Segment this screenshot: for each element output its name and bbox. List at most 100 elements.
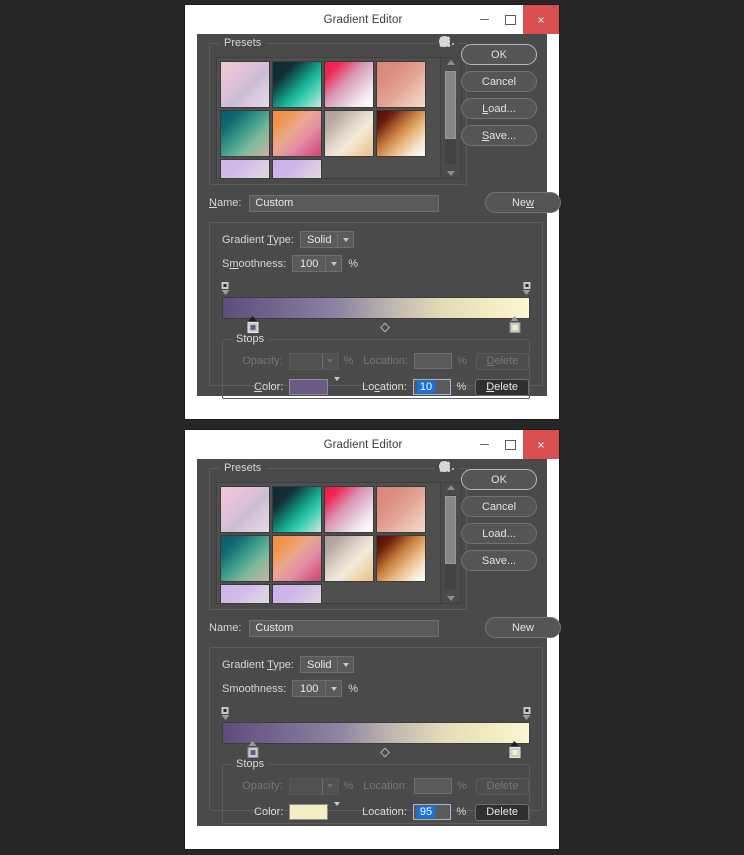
- preset-swatch-crimson-white[interactable]: [324, 486, 374, 533]
- ok-button[interactable]: OK: [461, 469, 537, 490]
- scroll-down-icon[interactable]: [447, 171, 456, 176]
- preset-swatch-brown-tan[interactable]: [376, 110, 426, 157]
- preset-swatch-lavender-cream-b[interactable]: [272, 159, 322, 178]
- load-button[interactable]: Load...: [461, 523, 537, 544]
- color-swatch[interactable]: [289, 379, 328, 395]
- name-label: Name:: [209, 197, 242, 209]
- scroll-down-icon[interactable]: [447, 596, 456, 601]
- minimize-button[interactable]: [471, 5, 497, 34]
- preset-swatch-taupe-cream[interactable]: [324, 535, 374, 582]
- presets-scrollbar[interactable]: [440, 58, 461, 178]
- gradient-type-select[interactable]: Solid: [299, 656, 355, 673]
- preset-swatch-teal-dark[interactable]: [272, 486, 322, 533]
- opacity-location-label: Location:: [363, 780, 408, 792]
- opacity-stop-handle[interactable]: [522, 281, 532, 295]
- gradient-type-select[interactable]: Solid: [299, 231, 355, 248]
- preset-swatch-pink-lavender[interactable]: [220, 486, 270, 533]
- preset-swatch-salmon-peach[interactable]: [376, 61, 426, 108]
- gradient-type-label: Gradient Type:: [222, 233, 294, 246]
- chevron-down-icon: [321, 353, 338, 369]
- dialog-body: Presets OK Cancel: [197, 459, 561, 826]
- preset-swatch-salmon-peach[interactable]: [376, 486, 426, 533]
- opacity-stop-handle[interactable]: [522, 706, 532, 720]
- smoothness-select[interactable]: 100: [292, 255, 343, 272]
- gradient-bar[interactable]: [222, 297, 530, 319]
- title-bar[interactable]: Gradient Editor ×: [185, 430, 559, 459]
- opacity-stop-pointer: [522, 290, 531, 295]
- gradient-bar[interactable]: [222, 722, 530, 744]
- title-bar[interactable]: Gradient Editor ×: [185, 5, 559, 34]
- preset-swatch-taupe-cream[interactable]: [324, 110, 374, 157]
- presets-scrollbar[interactable]: [440, 483, 461, 603]
- name-label: Name:: [209, 622, 242, 634]
- preset-swatch-teal-green[interactable]: [220, 110, 270, 157]
- color-stop-handle[interactable]: [509, 316, 521, 333]
- color-location-input[interactable]: 95: [412, 804, 452, 820]
- color-delete-button[interactable]: Delete: [475, 803, 529, 821]
- maximize-icon: [504, 14, 516, 25]
- presets-panel[interactable]: [216, 57, 462, 179]
- scroll-up-icon[interactable]: [447, 60, 456, 65]
- color-dropdown-icon[interactable]: [333, 802, 340, 818]
- cancel-button[interactable]: Cancel: [461, 496, 537, 517]
- preset-swatch-teal-dark[interactable]: [272, 61, 322, 108]
- opacity-stop-handle[interactable]: [220, 706, 230, 720]
- color-stop-handle[interactable]: [509, 741, 521, 758]
- color-delete-button[interactable]: Delete: [475, 378, 529, 396]
- opacity-label: Opacity:: [242, 780, 283, 792]
- presets-group: Presets: [209, 461, 467, 610]
- color-stop-pointer: [248, 741, 257, 746]
- close-icon: ×: [537, 12, 545, 27]
- opacity-location-unit: %: [457, 780, 467, 792]
- opacity-stop-handle[interactable]: [220, 281, 230, 295]
- ok-button[interactable]: OK: [461, 44, 537, 65]
- opacity-stop-box: [220, 706, 230, 715]
- scrollbar-thumb[interactable]: [445, 71, 457, 139]
- scroll-up-icon[interactable]: [447, 485, 456, 490]
- presets-menu-button[interactable]: [435, 36, 458, 47]
- opacity-stop-box: [522, 706, 532, 715]
- maximize-button[interactable]: [497, 5, 523, 34]
- name-input[interactable]: Custom: [249, 194, 440, 212]
- preset-swatch-orange-pink[interactable]: [272, 535, 322, 582]
- name-input[interactable]: Custom: [249, 619, 440, 637]
- preset-swatch-lavender-cream-a[interactable]: [220, 159, 270, 178]
- smoothness-value: 100: [300, 257, 319, 270]
- gradient-editor-window-bottom: Gradient Editor × Presets OK Cancel Load…: [185, 430, 561, 849]
- scrollbar-thumb[interactable]: [445, 496, 457, 564]
- preset-swatch-brown-tan[interactable]: [376, 535, 426, 582]
- close-button[interactable]: ×: [523, 5, 559, 34]
- cancel-button[interactable]: Cancel: [461, 71, 537, 92]
- presets-menu-button[interactable]: [435, 461, 458, 472]
- preset-swatch-list: [217, 483, 440, 603]
- preset-swatch-orange-pink[interactable]: [272, 110, 322, 157]
- preset-swatch-lavender-cream-a[interactable]: [220, 584, 270, 603]
- preset-swatch-teal-green[interactable]: [220, 535, 270, 582]
- maximize-button[interactable]: [497, 430, 523, 459]
- preset-swatch-crimson-white[interactable]: [324, 61, 374, 108]
- preset-swatch-lavender-cream-b[interactable]: [272, 584, 322, 603]
- save-button[interactable]: Save...: [461, 125, 537, 146]
- close-button[interactable]: ×: [523, 430, 559, 459]
- color-swatch[interactable]: [289, 804, 328, 820]
- new-button[interactable]: New: [485, 192, 561, 213]
- color-dropdown-icon[interactable]: [333, 377, 340, 393]
- new-button[interactable]: New: [485, 617, 561, 638]
- gradient-preview-area[interactable]: [220, 706, 532, 758]
- smoothness-unit: %: [348, 682, 358, 695]
- color-stop-handle[interactable]: [247, 316, 259, 333]
- window-controls: ×: [471, 5, 559, 34]
- save-button[interactable]: Save...: [461, 550, 537, 571]
- color-location-input[interactable]: 10: [412, 379, 452, 395]
- load-button[interactable]: Load...: [461, 98, 537, 119]
- color-stop-handle[interactable]: [247, 741, 259, 758]
- opacity-delete-button: Delete: [475, 777, 529, 795]
- gradient-midpoint-handle[interactable]: [380, 322, 391, 333]
- gradient-midpoint-handle[interactable]: [380, 747, 391, 758]
- gear-icon: [439, 36, 450, 47]
- smoothness-select[interactable]: 100: [292, 680, 343, 697]
- gradient-preview-area[interactable]: [220, 281, 532, 333]
- preset-swatch-pink-lavender[interactable]: [220, 61, 270, 108]
- presets-panel[interactable]: [216, 482, 462, 604]
- minimize-button[interactable]: [471, 430, 497, 459]
